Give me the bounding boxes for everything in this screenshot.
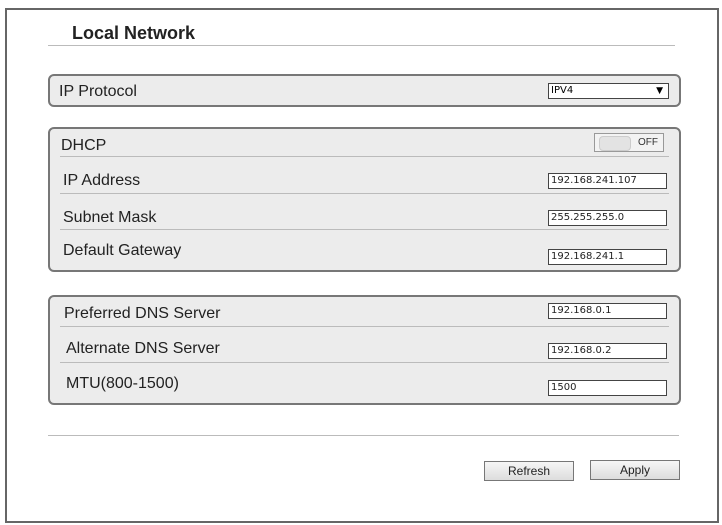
toggle-knob xyxy=(599,136,631,151)
apply-button[interactable]: Apply xyxy=(590,460,680,480)
preferred-dns-label: Preferred DNS Server xyxy=(64,305,221,322)
row-divider xyxy=(60,193,669,194)
mtu-label: MTU(800-1500) xyxy=(66,375,179,392)
dropdown-arrow-icon: ▼ xyxy=(656,86,663,96)
row-divider xyxy=(60,229,669,230)
ip-address-input[interactable]: 192.168.241.107 xyxy=(548,173,667,189)
alternate-dns-label: Alternate DNS Server xyxy=(66,340,220,357)
ip-protocol-select[interactable]: IPV4 ▼ xyxy=(548,83,669,99)
default-gateway-input[interactable]: 192.168.241.1 xyxy=(548,249,667,265)
row-divider xyxy=(60,156,669,157)
row-divider xyxy=(60,326,669,327)
mtu-input[interactable]: 1500 xyxy=(548,380,667,396)
title-divider xyxy=(48,45,675,46)
subnet-mask-input[interactable]: 255.255.255.0 xyxy=(548,210,667,226)
ip-protocol-label: IP Protocol xyxy=(59,83,137,100)
alternate-dns-input[interactable]: 192.168.0.2 xyxy=(548,343,667,359)
dhcp-toggle[interactable]: OFF xyxy=(594,133,664,152)
refresh-button[interactable]: Refresh xyxy=(484,461,574,481)
dhcp-label: DHCP xyxy=(61,137,107,154)
row-divider xyxy=(60,362,669,363)
dhcp-panel: DHCP OFF IP Address 192.168.241.107 Subn… xyxy=(48,127,681,272)
ip-protocol-panel: IP Protocol IPV4 ▼ xyxy=(48,74,681,107)
dns-panel: Preferred DNS Server 192.168.0.1 Alterna… xyxy=(48,295,681,405)
preferred-dns-input[interactable]: 192.168.0.1 xyxy=(548,303,667,319)
ip-protocol-value: IPV4 xyxy=(551,85,574,96)
dhcp-toggle-state: OFF xyxy=(638,137,658,148)
footer-divider xyxy=(48,435,679,436)
page-title: Local Network xyxy=(72,23,196,43)
subnet-mask-label: Subnet Mask xyxy=(63,209,157,226)
ip-address-label: IP Address xyxy=(63,172,141,189)
default-gateway-label: Default Gateway xyxy=(63,242,182,259)
